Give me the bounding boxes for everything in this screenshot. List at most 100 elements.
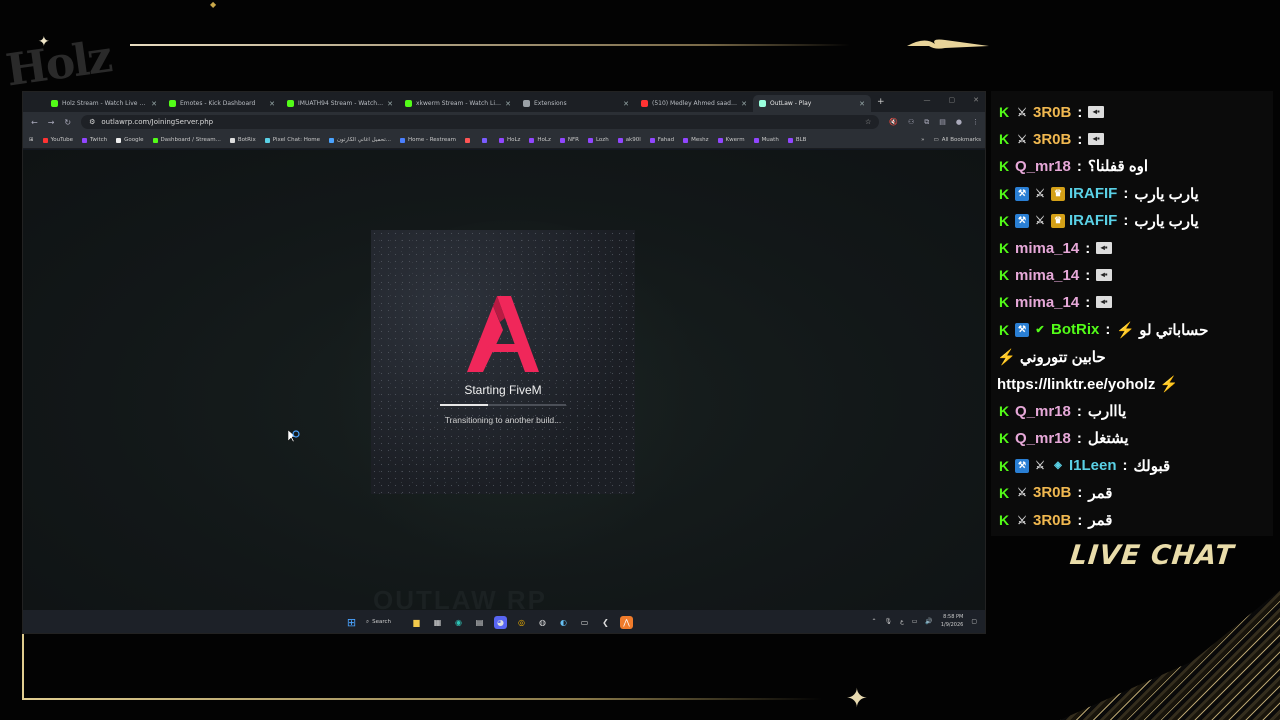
chat-message: K ⚒ ⚔ ♛ IRAFIF: يارب يارب: [997, 183, 1273, 205]
taskmanager-icon[interactable]: ▤: [473, 616, 486, 629]
forward-icon[interactable]: →: [48, 118, 55, 127]
progress-fill: [440, 404, 488, 406]
subscriber-badge-icon: ⚒: [1015, 186, 1029, 201]
puzzle-icon[interactable]: ⧉: [924, 118, 929, 127]
bookmark-item[interactable]: Fahad: [649, 137, 674, 143]
bookmark-item[interactable]: Google: [116, 137, 144, 143]
chat-username[interactable]: Q_mr18: [1015, 158, 1071, 175]
chat-username[interactable]: IRAFIF: [1069, 212, 1117, 229]
bookmark-item[interactable]: Kwerm: [717, 137, 745, 143]
browser-tab[interactable]: Holz Stream - Watch Live on Kick ✕: [45, 95, 163, 112]
tab-close-icon[interactable]: ✕: [505, 100, 511, 108]
tab-close-icon[interactable]: ✕: [623, 100, 629, 108]
network-icon[interactable]: ▭: [912, 618, 918, 625]
back-icon[interactable]: ←: [31, 118, 38, 127]
discord-icon[interactable]: ◕: [494, 615, 507, 629]
bookmark-item[interactable]: HoLz: [529, 137, 551, 143]
bookmark-label: Meshz: [691, 137, 709, 143]
bookmark-item[interactable]: تحميل اغاني الكارتون...: [328, 137, 391, 143]
chat-username[interactable]: Q_mr18: [1015, 430, 1071, 447]
controller-icon[interactable]: ▭: [578, 616, 591, 629]
language-indicator[interactable]: ع: [900, 618, 904, 625]
bookmark-item[interactable]: [481, 137, 490, 143]
chat-username[interactable]: Q_mr18: [1015, 403, 1071, 420]
taskbar-search[interactable]: ⌕ Search: [366, 615, 402, 629]
tab-close-icon[interactable]: ✕: [387, 100, 393, 108]
mic-icon[interactable]: 🎙: [884, 618, 892, 625]
reload-icon[interactable]: ↻: [64, 118, 71, 127]
chat-username[interactable]: mima_14: [1015, 294, 1079, 311]
file-explorer-icon[interactable]: ▆: [410, 616, 423, 629]
browser-tab[interactable]: Extensions ✕: [517, 95, 635, 112]
chat-username[interactable]: 3R0B: [1033, 512, 1071, 529]
edge-icon[interactable]: ◉: [452, 616, 465, 629]
menu-icon[interactable]: ⋮: [972, 118, 979, 126]
bookmark-favicon-icon: [683, 137, 689, 143]
bookmark-item[interactable]: YouTube: [42, 137, 73, 143]
bookmark-item[interactable]: Lozh: [587, 137, 609, 143]
new-tab-icon[interactable]: +: [877, 97, 885, 107]
tab-close-icon[interactable]: ✕: [151, 100, 157, 108]
bookmark-star-icon[interactable]: ☆: [865, 118, 871, 126]
fivem-taskbar-icon[interactable]: ⋀: [620, 615, 633, 629]
minimize-icon[interactable]: —: [924, 96, 931, 104]
chat-username[interactable]: 3R0B: [1033, 104, 1071, 121]
bookmark-item[interactable]: Dashboard / Stream...: [152, 137, 221, 143]
bookmark-item[interactable]: BLB: [787, 137, 806, 143]
bookmark-item[interactable]: Twitch: [81, 137, 107, 143]
more-bookmarks-icon[interactable]: »: [921, 137, 924, 143]
bookmark-item[interactable]: [464, 137, 473, 143]
tab-close-icon[interactable]: ✕: [741, 100, 747, 108]
bookmark-item[interactable]: NFR: [559, 137, 579, 143]
notification-icon[interactable]: ▢: [971, 618, 977, 625]
mute-icon[interactable]: 🔇: [889, 118, 898, 126]
url-input[interactable]: ⚙ outlawrp.com/JoiningServer.php ☆: [81, 115, 880, 129]
chat-text: ⚡ حابين تتوروني: [997, 348, 1106, 366]
extension-icon[interactable]: ⚇: [908, 118, 914, 126]
clock[interactable]: 8:58 PM 1/9/2026: [941, 613, 963, 629]
chrome-icon[interactable]: ◎: [515, 616, 528, 629]
chat-username[interactable]: IRAFIF: [1069, 185, 1117, 202]
windows-start-icon[interactable]: ⊞: [345, 616, 358, 629]
chat-username[interactable]: mima_14: [1015, 267, 1079, 284]
chat-username[interactable]: mima_14: [1015, 240, 1079, 257]
bookmark-item[interactable]: Meshz: [683, 137, 709, 143]
bookmark-item[interactable]: ak90l: [617, 137, 641, 143]
browser-tab[interactable]: Emotes - Kick Dashboard ✕: [163, 95, 281, 112]
all-bookmarks-button[interactable]: ▭ All Bookmarks: [934, 137, 982, 143]
search-label: Search: [372, 619, 391, 625]
close-icon[interactable]: ✕: [973, 96, 979, 104]
tab-close-icon[interactable]: ✕: [269, 100, 275, 108]
chat-text: ⚡ حساباتي لو: [1116, 321, 1209, 339]
app-icon[interactable]: ❮: [599, 616, 612, 629]
maximize-icon[interactable]: ▢: [949, 96, 956, 104]
chat-username[interactable]: BotRix: [1051, 321, 1099, 338]
bookmark-item[interactable]: Muath: [753, 137, 779, 143]
site-info-icon[interactable]: ⚙: [89, 118, 95, 126]
chat-username[interactable]: I1Leen: [1069, 457, 1117, 474]
fivem-loader-window: Starting FiveM Transitioning to another …: [371, 230, 635, 494]
apps-grid-icon[interactable]: ⊞: [29, 137, 34, 143]
bookmark-item[interactable]: Home - Restream: [399, 137, 456, 143]
tab-favicon-icon: [169, 100, 176, 107]
sidepanel-icon[interactable]: ▤: [939, 118, 946, 126]
volume-icon[interactable]: 🔊: [925, 618, 932, 625]
chat-username[interactable]: 3R0B: [1033, 131, 1071, 148]
bookmark-label: تحميل اغاني الكارتون...: [336, 137, 391, 143]
browser-tab[interactable]: (510) Medley Ahmed saad FT K ✕: [635, 95, 753, 112]
bookmark-item[interactable]: Pixel Chat: Home: [264, 137, 320, 143]
bookmark-item[interactable]: BotRix: [229, 137, 256, 143]
calendar-icon[interactable]: ▦: [431, 616, 444, 629]
bookmark-favicon-icon: [587, 137, 593, 143]
browser-tab[interactable]: xkwerm Stream - Watch Live on Kick✕: [399, 95, 517, 112]
obs-icon[interactable]: ◍: [536, 616, 549, 629]
bookmark-item[interactable]: HoLz: [498, 137, 520, 143]
profile-icon[interactable]: ●: [956, 118, 962, 126]
steam-icon[interactable]: ◐: [557, 616, 570, 629]
browser-tab[interactable]: IMUATH94 Stream - Watch Live ✕: [281, 95, 399, 112]
chat-text: اوه قفلنا؟: [1087, 158, 1149, 176]
chat-username[interactable]: 3R0B: [1033, 484, 1071, 501]
browser-tab[interactable]: OutLaw - Play ✕: [753, 95, 871, 112]
chevron-up-icon[interactable]: ⌃: [871, 618, 876, 625]
tab-close-icon[interactable]: ✕: [859, 100, 865, 108]
